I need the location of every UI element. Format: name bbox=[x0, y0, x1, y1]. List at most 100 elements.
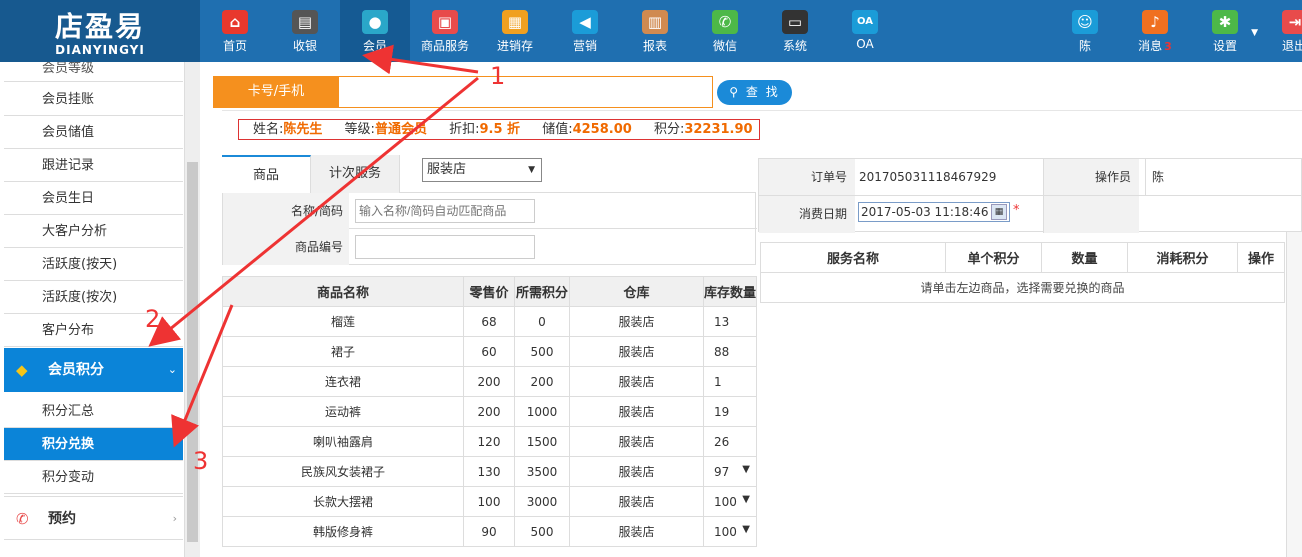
tab-count-service[interactable]: 计次服务 bbox=[311, 155, 400, 193]
goods-cell-stock: 88 bbox=[703, 336, 757, 367]
settings-button[interactable]: ✱ 设置 ▼ bbox=[1190, 0, 1260, 62]
sidebar-item[interactable]: 跟进记录 bbox=[4, 149, 183, 182]
stock-dropdown-icon[interactable]: ▼ bbox=[742, 494, 750, 505]
goods-column-header[interactable]: 库存数量 bbox=[703, 276, 757, 307]
exchange-column-header[interactable]: 服务名称 bbox=[760, 242, 946, 273]
goods-column-header[interactable]: 商品名称 bbox=[222, 276, 464, 307]
exchange-empty-message: 请单击左边商品，选择需要兑换的商品 bbox=[760, 272, 1285, 303]
exchange-table: 服务名称 单个积分 数量 消耗积分 操作 请单击左边商品，选择需要兑换的商品 bbox=[760, 242, 1285, 303]
table-row[interactable]: 运动裤 200 1000 服装店 19 bbox=[222, 396, 757, 427]
sidebar-scrollbar[interactable] bbox=[184, 62, 200, 557]
nav-megaphone[interactable]: ◀ 营销 bbox=[550, 0, 620, 62]
name-code-input[interactable] bbox=[355, 199, 535, 223]
goods-code-label: 商品编号 bbox=[223, 229, 349, 265]
calendar-icon[interactable]: ▦ bbox=[991, 204, 1007, 220]
search-icon: ⚲ bbox=[729, 85, 741, 99]
gear-icon: ✱ bbox=[1212, 10, 1238, 34]
right-panel-scrollbar[interactable] bbox=[1286, 232, 1302, 557]
goods-cell-stock: 26 bbox=[703, 426, 757, 457]
goods-cell-stock: 13 bbox=[703, 306, 757, 337]
goods-cell-stock: 100 ▼ bbox=[703, 516, 757, 547]
sidebar-item[interactable]: 会员挂账 bbox=[4, 83, 183, 116]
goods-cell-stock: 97 ▼ bbox=[703, 456, 757, 487]
user-menu[interactable]: ☺ 陈 bbox=[1050, 0, 1120, 62]
logout-button[interactable]: ⇥ 退出 bbox=[1262, 0, 1302, 62]
nav-cash-register[interactable]: ▤ 收银 bbox=[270, 0, 340, 62]
required-mark: * bbox=[1013, 203, 1020, 218]
report-icon: ▥ bbox=[642, 10, 668, 34]
messages-button[interactable]: ♪ 消息 3 bbox=[1120, 0, 1190, 62]
divider bbox=[222, 110, 1302, 111]
goods-cell-points: 200 bbox=[514, 366, 570, 397]
goods-cell-name: 喇叭袖露肩 bbox=[222, 426, 464, 457]
monitor-icon: ▭ bbox=[782, 10, 808, 34]
exchange-column-header[interactable]: 操作 bbox=[1237, 242, 1285, 273]
table-row[interactable]: 长款大摆裙 100 3000 服装店 100 ▼ bbox=[222, 486, 757, 517]
goods-cell-price: 130 bbox=[463, 456, 515, 487]
nav-monitor[interactable]: ▭ 系统 bbox=[760, 0, 830, 62]
logout-icon: ⇥ bbox=[1282, 10, 1302, 34]
sidebar-item-member-level[interactable]: 会员等级 bbox=[4, 62, 183, 82]
goods-column-header[interactable]: 仓库 bbox=[569, 276, 704, 307]
brand-logo[interactable]: 店盈易 DIANYINGYI bbox=[0, 0, 200, 62]
bell-icon: ♪ bbox=[1142, 10, 1168, 34]
table-row[interactable]: 裙子 60 500 服装店 88 bbox=[222, 336, 757, 367]
sidebar-scrollbar-thumb[interactable] bbox=[187, 162, 198, 542]
card-phone-input[interactable] bbox=[339, 76, 713, 108]
sidebar-item-points-change[interactable]: 积分变动 bbox=[4, 461, 183, 494]
stock-dropdown-icon[interactable]: ▼ bbox=[742, 524, 750, 535]
goods-cell-name: 长款大摆裙 bbox=[222, 486, 464, 517]
goods-column-header[interactable]: 所需积分 bbox=[514, 276, 570, 307]
order-no-value: 201705031118467929 bbox=[859, 170, 997, 184]
sidebar-item[interactable]: 会员生日 bbox=[4, 182, 183, 215]
nav-member[interactable]: ● 会员 bbox=[340, 0, 410, 62]
goods-cell-name: 连衣裙 bbox=[222, 366, 464, 397]
stock-dropdown-icon[interactable]: ▼ bbox=[742, 464, 750, 475]
goods-column-header[interactable]: 零售价 bbox=[463, 276, 515, 307]
nav-inventory[interactable]: ▦ 进销存 bbox=[480, 0, 550, 62]
sidebar-item[interactable]: 会员储值 bbox=[4, 116, 183, 149]
member-name: 陈先生 bbox=[283, 122, 323, 137]
table-row[interactable]: 民族风女装裙子 130 3500 服装店 97 ▼ bbox=[222, 456, 757, 487]
tab-goods[interactable]: 商品 bbox=[222, 155, 311, 193]
chevron-down-icon: ⌄ bbox=[167, 363, 177, 376]
annotation-number-3: 3 bbox=[193, 447, 209, 475]
goods-cell-name: 民族风女装裙子 bbox=[222, 456, 464, 487]
sidebar-item-points-summary[interactable]: 积分汇总 bbox=[4, 395, 183, 428]
nav-wechat[interactable]: ✆ 微信 bbox=[690, 0, 760, 62]
member-info-bar: 姓名:陈先生 等级:普通会员 折扣:9.5 折 储值:4258.00 积分:32… bbox=[238, 119, 760, 140]
sidebar-item[interactable]: 大客户分析 bbox=[4, 215, 183, 248]
consume-date-input[interactable]: 2017-05-03 11:18:46 ▦ bbox=[858, 202, 1010, 222]
nav-oa[interactable]: OA OA bbox=[830, 0, 900, 62]
chevron-right-icon: › bbox=[172, 512, 177, 525]
sidebar-group-booking[interactable]: ✆ 预约 › bbox=[4, 496, 183, 540]
nav-goods[interactable]: ▣ 商品服务 bbox=[410, 0, 480, 62]
exchange-column-header[interactable]: 消耗积分 bbox=[1127, 242, 1238, 273]
exchange-column-header[interactable]: 数量 bbox=[1041, 242, 1128, 273]
phone-icon: ✆ bbox=[16, 510, 29, 528]
sidebar-item[interactable]: 活跃度(按天) bbox=[4, 248, 183, 281]
goods-cell-store: 服装店 bbox=[569, 456, 704, 487]
search-button[interactable]: ⚲ 查 找 bbox=[717, 80, 792, 105]
goods-cell-price: 90 bbox=[463, 516, 515, 547]
table-row[interactable]: 韩版修身裤 90 500 服装店 100 ▼ bbox=[222, 516, 757, 547]
goods-cell-price: 100 bbox=[463, 486, 515, 517]
nav-home[interactable]: ⌂ 首页 bbox=[200, 0, 270, 62]
table-row[interactable]: 喇叭袖露肩 120 1500 服装店 26 bbox=[222, 426, 757, 457]
goods-cell-points: 500 bbox=[514, 516, 570, 547]
table-row[interactable]: 榴莲 68 0 服装店 13 bbox=[222, 306, 757, 337]
store-select[interactable]: 服装店 ▼ bbox=[422, 158, 542, 182]
goods-cell-price: 68 bbox=[463, 306, 515, 337]
exchange-column-header[interactable]: 单个积分 bbox=[945, 242, 1042, 273]
goods-cell-name: 裙子 bbox=[222, 336, 464, 367]
sidebar-group-member-points[interactable]: ◆ 会员积分 ⌄ bbox=[4, 348, 183, 392]
nav-report[interactable]: ▥ 报表 bbox=[620, 0, 690, 62]
table-row[interactable]: 连衣裙 200 200 服装店 1 bbox=[222, 366, 757, 397]
goods-search-form: 名称/简码 商品编号 bbox=[222, 193, 757, 265]
goods-cell-points: 0 bbox=[514, 306, 570, 337]
member-icon: ● bbox=[362, 10, 388, 34]
goods-code-input[interactable] bbox=[355, 235, 535, 259]
goods-icon: ▣ bbox=[432, 10, 458, 34]
goods-cell-price: 120 bbox=[463, 426, 515, 457]
sidebar-item-points-exchange[interactable]: 积分兑换 bbox=[4, 428, 183, 461]
